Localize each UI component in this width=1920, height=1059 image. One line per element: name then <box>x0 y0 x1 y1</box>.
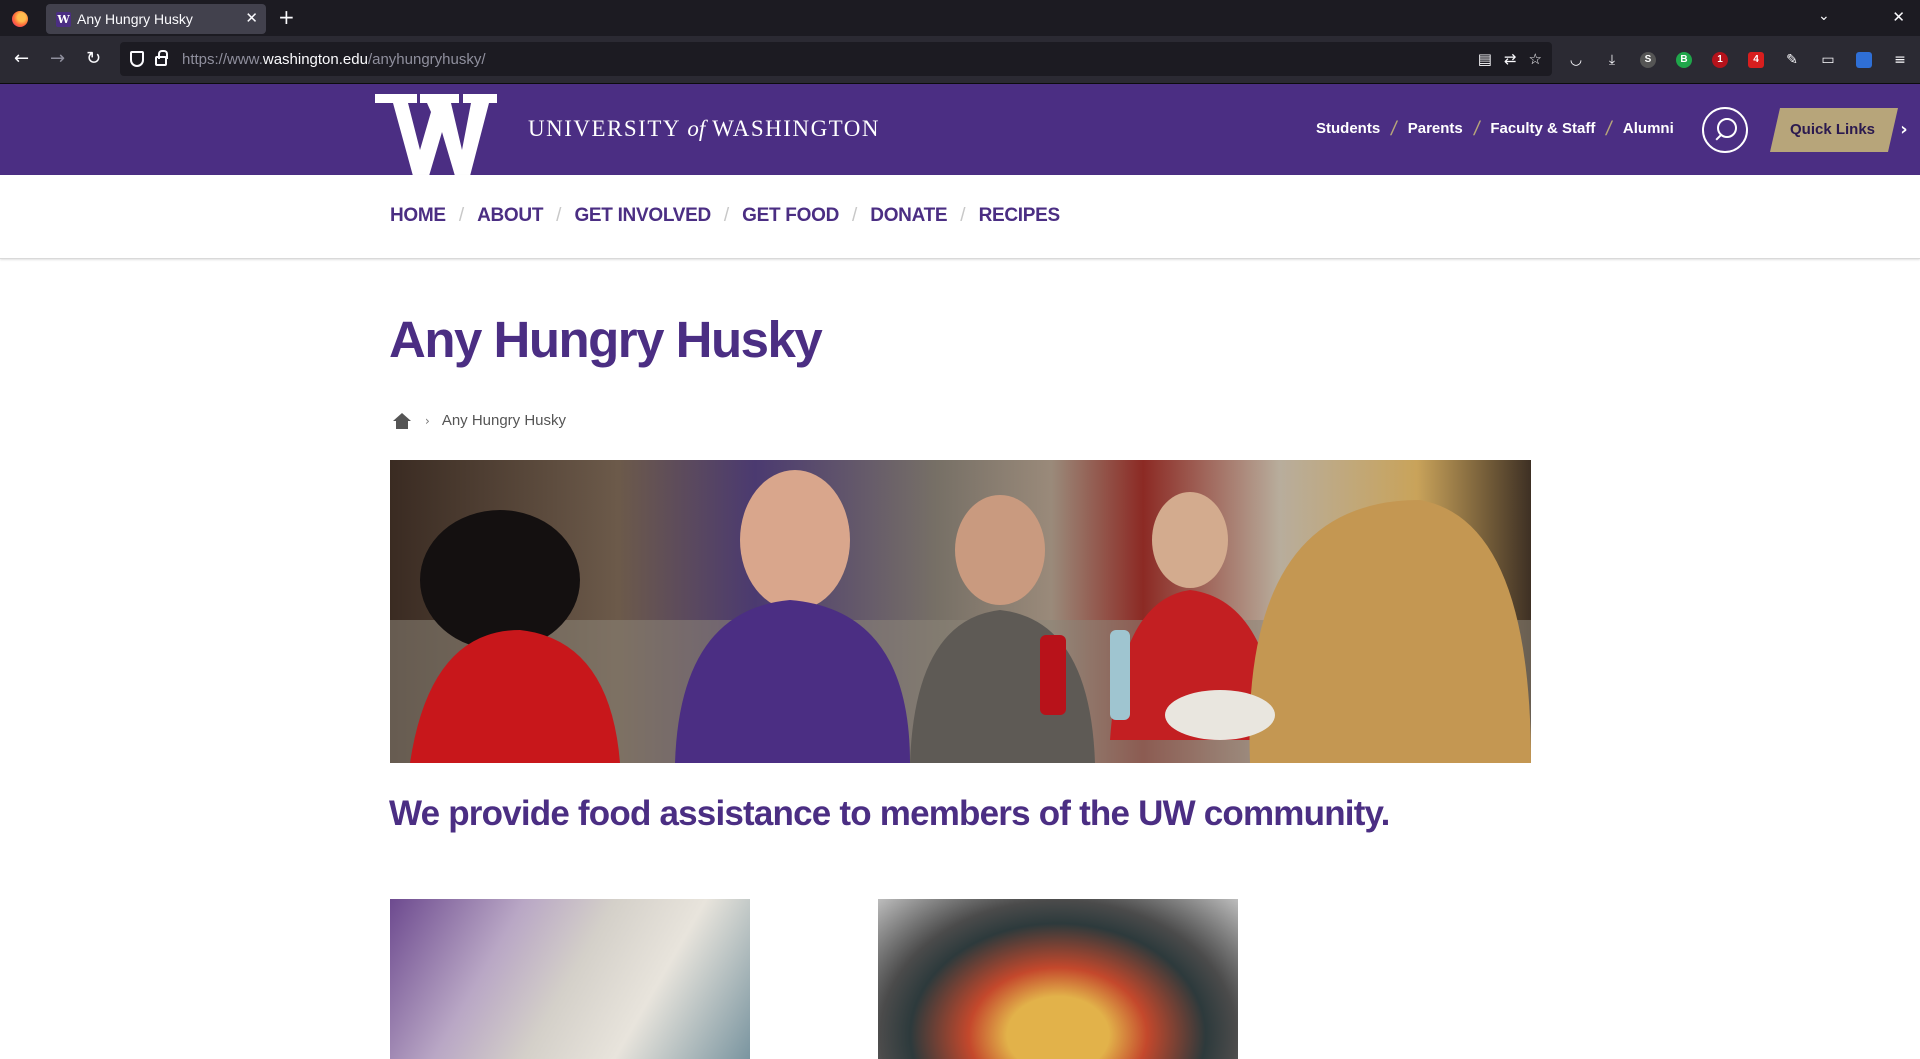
new-tab-plus-icon[interactable]: + <box>278 6 295 28</box>
tagline-heading: We provide food assistance to members of… <box>389 794 1390 833</box>
back-arrow-icon[interactable]: ← <box>14 49 29 69</box>
extension-s-icon[interactable]: S <box>1636 48 1660 72</box>
browser-tab-active[interactable]: W Any Hungry Husky ✕ <box>46 4 266 34</box>
chevron-right-icon[interactable]: › <box>1888 108 1920 152</box>
reader-view-icon[interactable]: ▤ <box>1478 50 1492 68</box>
bookmark-star-icon[interactable]: ☆ <box>1529 50 1542 68</box>
hero-photo-students-eating <box>390 460 1531 763</box>
breadcrumb: › Any Hungry Husky <box>393 412 566 430</box>
breadcrumb-current: Any Hungry Husky <box>441 412 567 429</box>
nav-item-home: HOME <box>390 205 446 227</box>
audience-link-alumni[interactable]: Alumni <box>1623 120 1674 138</box>
audience-divider: / <box>1604 118 1614 140</box>
nav-link-get-involved[interactable]: GET INVOLVED <box>574 205 711 226</box>
vegetable-bowl-photo[interactable] <box>878 899 1238 1059</box>
nav-item-recipes: RECIPES <box>979 205 1061 227</box>
translate-icon[interactable]: ⇄ <box>1504 50 1517 68</box>
breadcrumb-chevron-icon: › <box>425 414 430 428</box>
nav-divider: / <box>556 205 562 226</box>
audience-link-students[interactable]: Students <box>1316 120 1380 138</box>
browser-nav-bar: ← → ↻ https://www.washington.edu/anyhung… <box>0 36 1920 84</box>
nav-link-recipes[interactable]: RECIPES <box>979 205 1061 226</box>
hero-photo-shapes <box>390 470 1531 763</box>
extension-window-icon[interactable]: ▭ <box>1816 48 1840 72</box>
quick-links-button[interactable]: Quick Links › <box>1770 108 1920 152</box>
site-nav-list: HOME / ABOUT / GET INVOLVED / GET FOOD /… <box>390 205 1060 227</box>
extension-red-badge-icon[interactable]: 1 <box>1708 48 1732 72</box>
page-title: Any Hungry Husky <box>389 311 823 368</box>
site-nav: HOME / ABOUT / GET INVOLVED / GET FOOD /… <box>0 175 1920 259</box>
nav-link-about[interactable]: ABOUT <box>477 205 543 226</box>
audience-nav: Students / Parents / Faculty & Staff / A… <box>1316 118 1674 140</box>
nav-link-home[interactable]: HOME <box>390 205 446 226</box>
nav-link-get-food[interactable]: GET FOOD <box>742 205 839 226</box>
nav-item-get-food: GET FOOD <box>742 205 839 227</box>
nav-divider: / <box>852 205 858 226</box>
food-pantry-photo[interactable] <box>390 899 750 1059</box>
url-path: /anyhungryhusky/ <box>367 51 486 68</box>
audience-divider: / <box>1389 118 1399 140</box>
reload-icon[interactable]: ↻ <box>86 49 101 69</box>
url-bar-actions: ▤ ⇄ ☆ <box>1478 50 1542 68</box>
window-close-icon[interactable]: ✕ <box>1892 8 1905 26</box>
nav-item-donate: DONATE <box>870 205 947 227</box>
tracking-protection-shield-icon[interactable] <box>130 51 144 67</box>
tab-close-icon[interactable]: ✕ <box>245 9 258 27</box>
extension-green-icon[interactable]: B <box>1672 48 1696 72</box>
wordmark-washington: WASHINGTON <box>712 116 881 141</box>
nav-divider: / <box>723 205 730 226</box>
extension-red-badge-2-icon[interactable]: 4 <box>1744 48 1768 72</box>
url-scheme: https://www. <box>182 51 263 68</box>
nav-item-about: ABOUT <box>477 205 543 227</box>
toolbar-extensions: ◡ ⤓ S B 1 4 ✎ ▭ ≡ <box>1564 48 1912 72</box>
padlock-icon[interactable] <box>155 50 168 66</box>
uw-favicon-icon: W <box>56 12 71 27</box>
uw-wordmark[interactable]: UNIVERSITY of WASHINGTON <box>528 116 880 142</box>
home-icon[interactable] <box>393 413 411 429</box>
browser-tab-bar: W Any Hungry Husky ✕ + ⌄ ✕ <box>0 0 1920 36</box>
uw-header: UNIVERSITY of WASHINGTON Students / Pare… <box>0 84 1920 176</box>
nav-divider: / <box>960 205 966 226</box>
url-text[interactable]: https://www.washington.edu/anyhungryhusk… <box>182 51 486 68</box>
quick-links-label: Quick Links <box>1790 121 1876 138</box>
firefox-logo-icon[interactable] <box>12 11 28 27</box>
downloads-icon[interactable]: ⤓ <box>1600 48 1624 72</box>
tab-title: Any Hungry Husky <box>77 11 193 27</box>
audience-divider: / <box>1471 118 1482 140</box>
wordmark-university: UNIVERSITY <box>528 116 681 141</box>
nav-divider: / <box>458 205 465 226</box>
uw-w-logo-icon[interactable] <box>375 94 497 176</box>
wordmark-of: of <box>687 116 706 141</box>
nav-item-get-involved: GET INVOLVED <box>574 205 711 227</box>
nav-link-donate[interactable]: DONATE <box>870 205 947 226</box>
app-menu-hamburger-icon[interactable]: ≡ <box>1888 48 1912 72</box>
url-host: washington.edu <box>262 51 368 68</box>
search-magnifier-icon[interactable] <box>1702 107 1748 153</box>
extension-feather-icon[interactable]: ✎ <box>1780 48 1804 72</box>
list-all-tabs-chevron-icon[interactable]: ⌄ <box>1818 8 1834 24</box>
audience-link-faculty-staff[interactable]: Faculty & Staff <box>1490 120 1595 138</box>
forward-arrow-icon[interactable]: → <box>50 49 65 69</box>
audience-link-parents[interactable]: Parents <box>1408 120 1463 138</box>
pocket-icon[interactable]: ◡ <box>1564 48 1588 72</box>
address-bar[interactable]: https://www.washington.edu/anyhungryhusk… <box>120 42 1552 76</box>
extension-blue-icon[interactable] <box>1852 48 1876 72</box>
